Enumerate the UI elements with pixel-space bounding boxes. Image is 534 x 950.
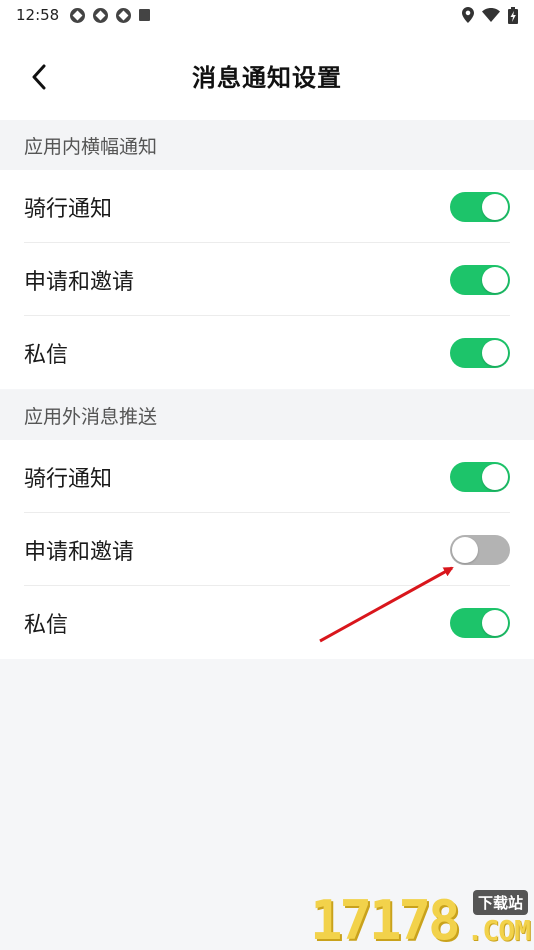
setting-label: 骑行通知 xyxy=(24,196,113,222)
toggle-knob xyxy=(482,610,508,636)
toggle-knob xyxy=(482,340,508,366)
ride-notification-toggle[interactable] xyxy=(450,462,510,492)
status-time: 12:58 xyxy=(16,6,60,24)
settings-group-push: 骑行通知 申请和邀请 私信 xyxy=(0,440,534,659)
watermark-logo: 17178 下载站 .COM xyxy=(310,888,534,950)
top-app-bar: 消息通知设置 xyxy=(0,30,534,120)
setting-row-applications-invitations: 申请和邀请 xyxy=(0,243,534,316)
setting-label: 骑行通知 xyxy=(24,466,113,492)
settings-group-in-app-banner: 骑行通知 申请和邀请 私信 xyxy=(0,170,534,389)
watermark-suffix: .COM xyxy=(466,914,531,947)
private-message-toggle[interactable] xyxy=(450,608,510,638)
wifi-icon xyxy=(482,8,500,22)
private-message-toggle[interactable] xyxy=(450,338,510,368)
section-title: 应用内横幅通知 xyxy=(24,135,158,158)
battery-icon xyxy=(508,6,518,24)
watermark-digits: 17178 xyxy=(310,889,461,950)
toggle-knob xyxy=(482,194,508,220)
toggle-knob xyxy=(482,267,508,293)
setting-row-private-message: 私信 xyxy=(0,586,534,659)
page-title: 消息通知设置 xyxy=(192,63,342,92)
toggle-knob xyxy=(452,537,478,563)
setting-label: 私信 xyxy=(24,612,69,638)
notification-icons xyxy=(70,7,150,23)
a-notification-icon xyxy=(139,9,150,21)
applications-invitations-toggle[interactable] xyxy=(450,265,510,295)
setting-row-applications-invitations: 申请和邀请 xyxy=(0,513,534,586)
setting-row-ride-notification: 骑行通知 xyxy=(0,440,534,513)
setting-row-private-message: 私信 xyxy=(0,316,534,389)
chevron-left-icon xyxy=(32,64,46,90)
watermark-tag: 下载站 xyxy=(472,890,528,915)
status-bar: 12:58 xyxy=(0,0,534,30)
section-header-in-app-banner: 应用内横幅通知 xyxy=(0,120,534,170)
setting-row-ride-notification: 骑行通知 xyxy=(0,170,534,243)
location-icon xyxy=(462,7,474,23)
setting-label: 私信 xyxy=(24,342,69,368)
app-notification-icon xyxy=(116,7,131,23)
section-header-push: 应用外消息推送 xyxy=(0,390,534,440)
toggle-knob xyxy=(482,464,508,490)
app-notification-icon xyxy=(93,7,108,23)
app-notification-icon xyxy=(70,7,85,23)
setting-label: 申请和邀请 xyxy=(24,269,135,295)
setting-label: 申请和邀请 xyxy=(24,539,135,565)
back-button[interactable] xyxy=(22,60,56,94)
system-icons xyxy=(462,6,518,24)
section-title: 应用外消息推送 xyxy=(24,405,158,428)
ride-notification-toggle[interactable] xyxy=(450,192,510,222)
applications-invitations-toggle[interactable] xyxy=(450,535,510,565)
